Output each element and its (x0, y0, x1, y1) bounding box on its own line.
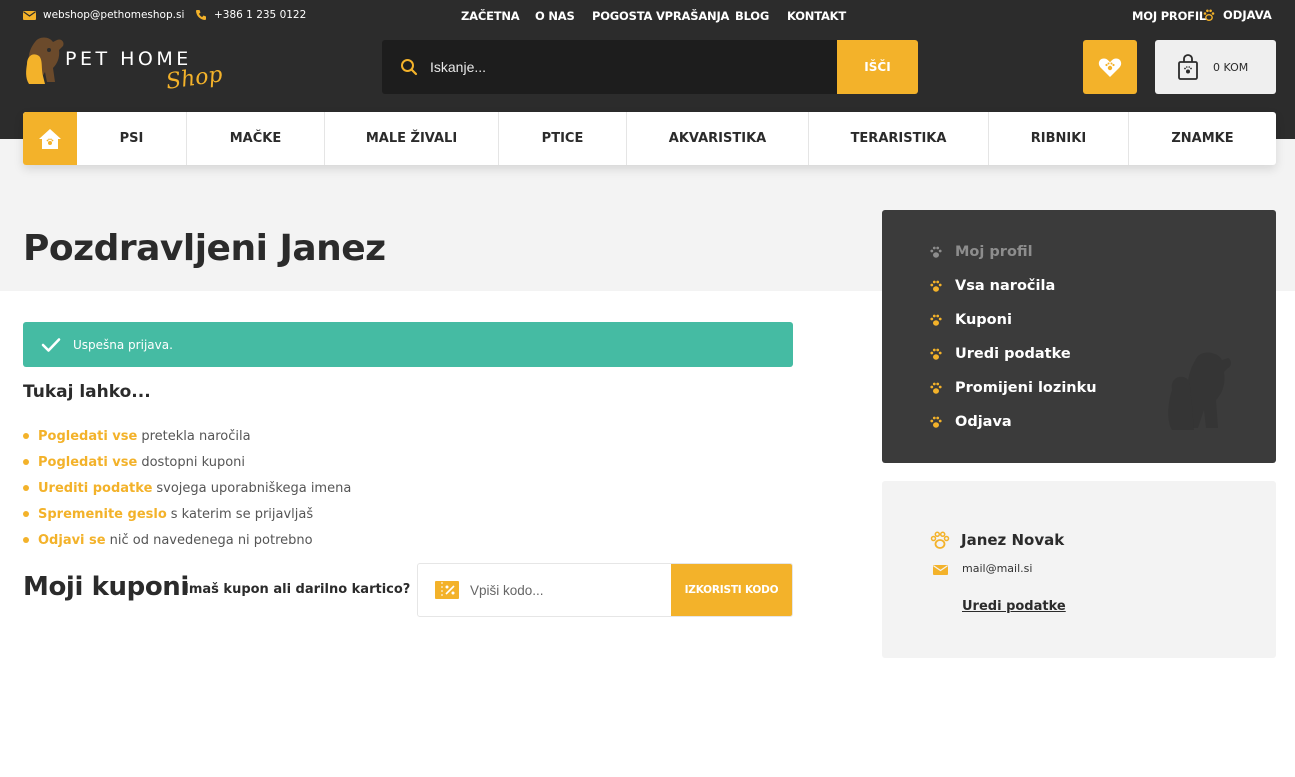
topnav-contact[interactable]: KONTAKT (787, 9, 846, 23)
topbar-email-text: webshop@pethomeshop.si (43, 9, 185, 21)
topnav-blog[interactable]: BLOG (735, 9, 769, 23)
dog-cat-logo-icon (26, 37, 64, 84)
paw-icon (930, 382, 942, 394)
sidebar-item-edit-data[interactable]: Uredi podatke (929, 337, 1097, 371)
paw-icon (930, 348, 942, 360)
topnav-about[interactable]: O NAS (535, 9, 575, 23)
account-sidebar-menu: Moj profil Vsa naročila Kuponi Uredi pod… (882, 210, 1276, 463)
logo-text-main: PET HOME (65, 48, 192, 70)
profile-name: Janez Novak (961, 531, 1065, 549)
cart-button[interactable]: 0 KOM (1155, 40, 1276, 94)
coupons-title: Moji kuponi (23, 572, 189, 602)
category-aquaristics[interactable]: AKVARISTIKA (627, 112, 809, 165)
profile-email: mail@mail.si (962, 562, 1033, 575)
paw-icon (930, 314, 942, 326)
profile-card: Janez Novak mail@mail.si Uredi podatke (882, 481, 1276, 658)
list-item: Urediti podatke svojega uporabniškega ime… (23, 475, 351, 501)
category-small-animals[interactable]: MALE ŽIVALI (325, 112, 499, 165)
sidebar-item-all-orders[interactable]: Vsa naročila (929, 269, 1097, 303)
actions-heading: Tukaj lahko... (23, 382, 151, 402)
logout-link[interactable]: ODJAVA (1202, 8, 1272, 22)
paw-icon (930, 531, 950, 549)
check-icon (41, 337, 61, 352)
sidebar-item-label: Vsa naročila (955, 278, 1056, 294)
list-item: Pogledati vse dostopni kuponi (23, 449, 351, 475)
paw-icon (930, 416, 942, 428)
page-title: Pozdravljeni Janez (23, 228, 386, 269)
edit-profile-link[interactable]: Uredi podatke (962, 599, 1066, 614)
edit-data-link[interactable]: Urediti podatke (38, 481, 152, 496)
coupon-icon (435, 581, 459, 599)
topnav-faq[interactable]: POGOSTA VPRAŠANJA (592, 9, 729, 23)
topbar-phone-text: +386 1 235 0122 (214, 9, 307, 21)
action-text: nič od navedenega ni potrebno (109, 532, 313, 548)
search-button[interactable]: IŠČI (837, 40, 918, 94)
category-terraristics[interactable]: TERARISTIKA (809, 112, 989, 165)
favorites-button[interactable] (1083, 40, 1137, 94)
redeem-code-button[interactable]: IZKORISTI KODO (671, 564, 792, 616)
home-icon (39, 128, 61, 149)
phone-icon (196, 10, 206, 20)
bullet-icon (23, 511, 29, 517)
action-text: svojega uporabniškega imena (156, 480, 352, 496)
sidebar-item-coupons[interactable]: Kuponi (929, 303, 1097, 337)
site-logo[interactable]: PET HOME Shop (23, 34, 243, 104)
search-bar: IŠČI (382, 40, 918, 94)
my-profile-link[interactable]: MOJ PROFIL (1132, 9, 1206, 23)
search-input[interactable] (430, 40, 830, 94)
category-dogs[interactable]: PSI (77, 112, 187, 165)
sidebar-item-label: Moj profil (955, 244, 1033, 260)
logout-text: ODJAVA (1223, 8, 1272, 22)
change-password-link[interactable]: Spremenite geslo (38, 507, 167, 522)
topbar-phone[interactable]: +386 1 235 0122 (195, 9, 306, 21)
category-nav: PSI MAČKE MALE ŽIVALI PTICE AKVARISTIKA … (23, 112, 1276, 165)
action-text: pretekla naročila (141, 428, 251, 444)
sidebar-item-change-password[interactable]: Promijeni lozinku (929, 371, 1097, 405)
mail-icon (23, 10, 36, 20)
topnav-home[interactable]: ZAČETNA (461, 9, 520, 23)
dog-cat-watermark-icon (1168, 352, 1231, 430)
paw-icon (930, 280, 942, 292)
view-orders-link[interactable]: Pogledati vse (38, 429, 137, 444)
logout-action-link[interactable]: Odjavi se (38, 533, 106, 548)
alert-text: Uspešna prijava. (73, 337, 173, 352)
heart-icon (1098, 58, 1122, 77)
category-brands[interactable]: ZNAMKE (1129, 112, 1276, 165)
category-cats[interactable]: MAČKE (187, 112, 325, 165)
coupon-form: IZKORISTI KODO (417, 563, 793, 617)
coupons-question: Imaš kupon ali darilno kartico? (184, 582, 411, 597)
sidebar-item-label: Kuponi (955, 312, 1012, 328)
category-birds[interactable]: PTICE (499, 112, 627, 165)
category-ponds[interactable]: RIBNIKI (989, 112, 1129, 165)
paw-icon (930, 246, 942, 258)
list-item: Spremenite geslo s katerim se prijavljaš (23, 501, 351, 527)
view-coupons-link[interactable]: Pogledati vse (38, 455, 137, 470)
paw-icon (1203, 9, 1215, 21)
action-text: s katerim se prijavljaš (170, 506, 314, 522)
sidebar-item-logout[interactable]: Odjava (929, 405, 1097, 439)
cart-count: 0 KOM (1213, 60, 1249, 74)
success-alert: Uspešna prijava. (23, 322, 793, 367)
bullet-icon (23, 433, 29, 439)
sidebar-item-my-profile[interactable]: Moj profil (929, 235, 1097, 269)
list-item: Pogledati vse pretekla naročila (23, 423, 351, 449)
bullet-icon (23, 537, 29, 543)
bullet-icon (23, 459, 29, 465)
sidebar-item-label: Promijeni lozinku (955, 380, 1097, 396)
actions-list: Pogledati vse pretekla naročila Pogledati… (23, 423, 351, 553)
topbar-email[interactable]: webshop@pethomeshop.si (23, 9, 184, 21)
search-icon (401, 59, 418, 76)
bag-icon (1178, 54, 1198, 80)
bullet-icon (23, 485, 29, 491)
mail-icon (933, 565, 948, 575)
home-button[interactable] (23, 112, 77, 165)
coupon-code-input[interactable] (470, 564, 670, 616)
sidebar-item-label: Uredi podatke (955, 346, 1071, 362)
action-text: dostopni kuponi (141, 454, 246, 470)
sidebar-item-label: Odjava (955, 414, 1012, 430)
list-item: Odjavi se nič od navedenega ni potrebno (23, 527, 351, 553)
